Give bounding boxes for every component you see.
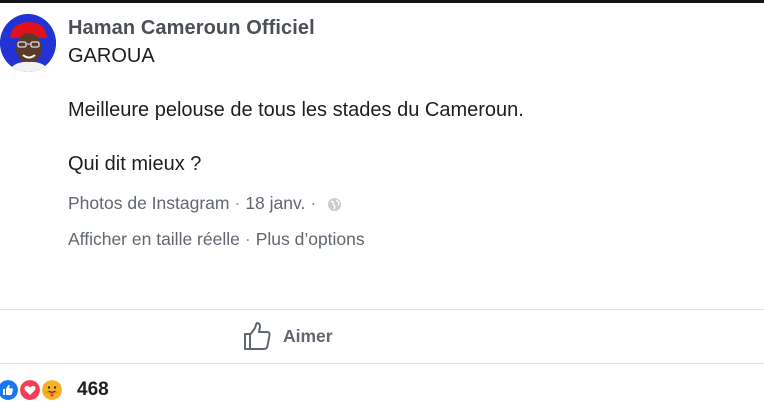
like-label: Aimer bbox=[283, 325, 333, 346]
love-reaction-icon bbox=[18, 378, 42, 402]
like-reaction-icon bbox=[0, 378, 20, 402]
more-options-link[interactable]: Plus d’options bbox=[256, 229, 365, 250]
like-button[interactable]: Aimer bbox=[243, 320, 333, 352]
author-avatar[interactable] bbox=[0, 14, 56, 72]
meta-separator: · bbox=[234, 193, 241, 213]
globe-icon[interactable] bbox=[327, 196, 342, 212]
reaction-icons bbox=[0, 377, 72, 403]
reaction-count[interactable]: 468 bbox=[77, 379, 109, 401]
thumbs-up-icon bbox=[243, 321, 271, 351]
post-text-line-caption: Meilleure pelouse de tous les stades du … bbox=[68, 99, 524, 121]
post-text-line-location: GAROUA bbox=[68, 45, 155, 67]
avatar-image bbox=[0, 14, 56, 72]
post-text-line-question: Qui dit mieux ? bbox=[68, 153, 202, 175]
post-meta-row: Photos de Instagram · 18 janv. · bbox=[68, 193, 342, 214]
reactions-summary[interactable]: 468 bbox=[0, 376, 109, 404]
meta-separator: · bbox=[310, 193, 317, 213]
author-name[interactable]: Haman Cameroun Officiel bbox=[68, 17, 315, 40]
action-bar-bottom-divider bbox=[0, 363, 764, 364]
action-bar-top-divider bbox=[0, 309, 764, 310]
post-date-link[interactable]: 18 janv. bbox=[245, 193, 305, 214]
post-source-link[interactable]: Photos de Instagram bbox=[68, 193, 229, 214]
links-separator: · bbox=[244, 229, 251, 249]
care-reaction-icon bbox=[40, 378, 64, 402]
window-top-border bbox=[0, 0, 764, 3]
post-links-row: Afficher en taille réelle · Plus d’optio… bbox=[68, 229, 365, 250]
view-full-size-link[interactable]: Afficher en taille réelle bbox=[68, 229, 240, 250]
